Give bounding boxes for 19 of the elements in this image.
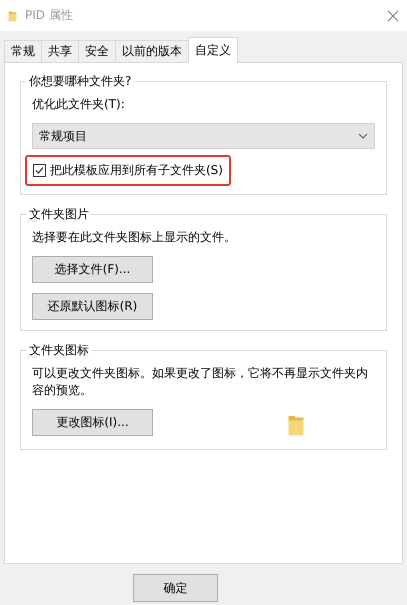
close-icon[interactable]	[387, 10, 399, 22]
action-button[interactable]: 更改图标(I)...	[32, 409, 153, 436]
dropdown[interactable]: 常规项目	[32, 123, 375, 149]
dialog-button[interactable]: 确定	[133, 574, 218, 602]
window-title: PID 属性	[25, 7, 74, 24]
field-label: 优化此文件夹(T):	[32, 96, 126, 113]
group-title: 你想要哪种文件夹?	[27, 74, 134, 89]
description-text: 选择要在此文件夹图标上显示的文件。	[32, 229, 237, 246]
action-button[interactable]: 还原默认图标(R)	[32, 293, 153, 320]
checkbox-label[interactable]: 把此模板应用到所有子文件夹(S)	[50, 162, 223, 179]
description-text: 可以更改文件夹图标。如果更改了图标，它将不再显示文件夹内容的预览。	[32, 365, 369, 399]
checkbox[interactable]	[33, 164, 46, 177]
tab[interactable]: 常规	[4, 40, 42, 62]
action-button[interactable]: 选择文件(F)...	[32, 256, 153, 283]
chevron-down-icon	[358, 133, 368, 139]
tab[interactable]: 自定义	[188, 37, 238, 63]
group-title: 文件夹图片	[27, 207, 91, 222]
group-title: 文件夹图标	[27, 343, 91, 358]
folder-icon	[8, 8, 17, 22]
